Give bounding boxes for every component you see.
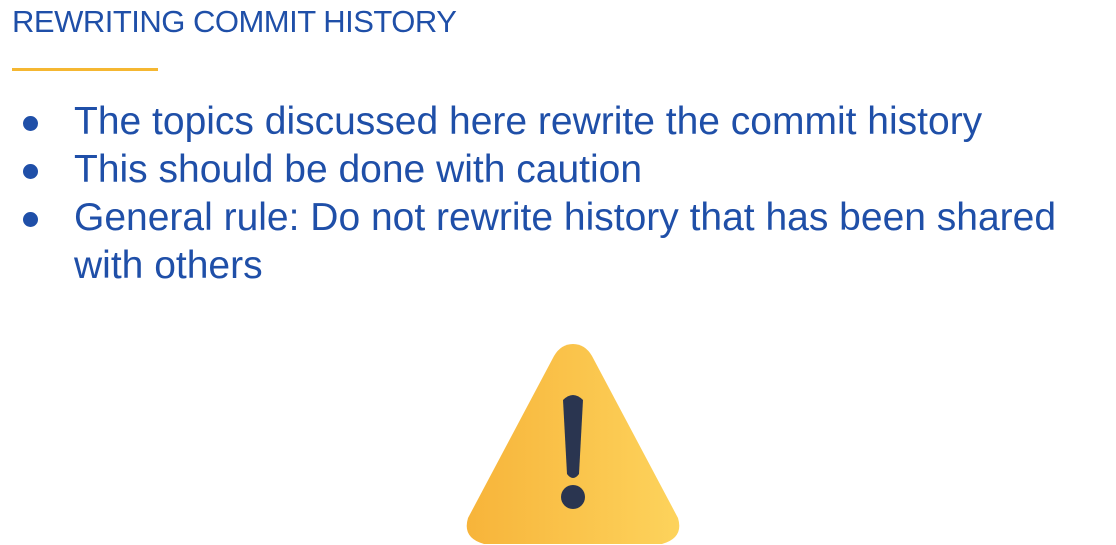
slide: REWRITING COMMIT HISTORY The topics disc… — [0, 0, 1116, 545]
warning-exclamation-dot — [561, 485, 585, 509]
bullet-item: This should be done with caution — [0, 146, 1114, 194]
bullet-dot — [23, 212, 38, 227]
bullet-dot — [23, 164, 38, 179]
warning-icon — [466, 344, 680, 544]
bullet-text: General rule: Do not rewrite history tha… — [74, 196, 1057, 287]
bullet-text: This should be done with caution — [74, 148, 643, 191]
slide-title: REWRITING COMMIT HISTORY — [12, 4, 457, 39]
bullet-list: The topics discussed here rewrite the co… — [0, 98, 1114, 290]
bullet-item: The topics discussed here rewrite the co… — [0, 98, 1114, 146]
bullet-text: The topics discussed here rewrite the co… — [74, 100, 983, 143]
title-underline — [12, 68, 158, 71]
bullet-item: General rule: Do not rewrite history tha… — [0, 194, 1114, 290]
bullet-dot — [23, 116, 38, 131]
